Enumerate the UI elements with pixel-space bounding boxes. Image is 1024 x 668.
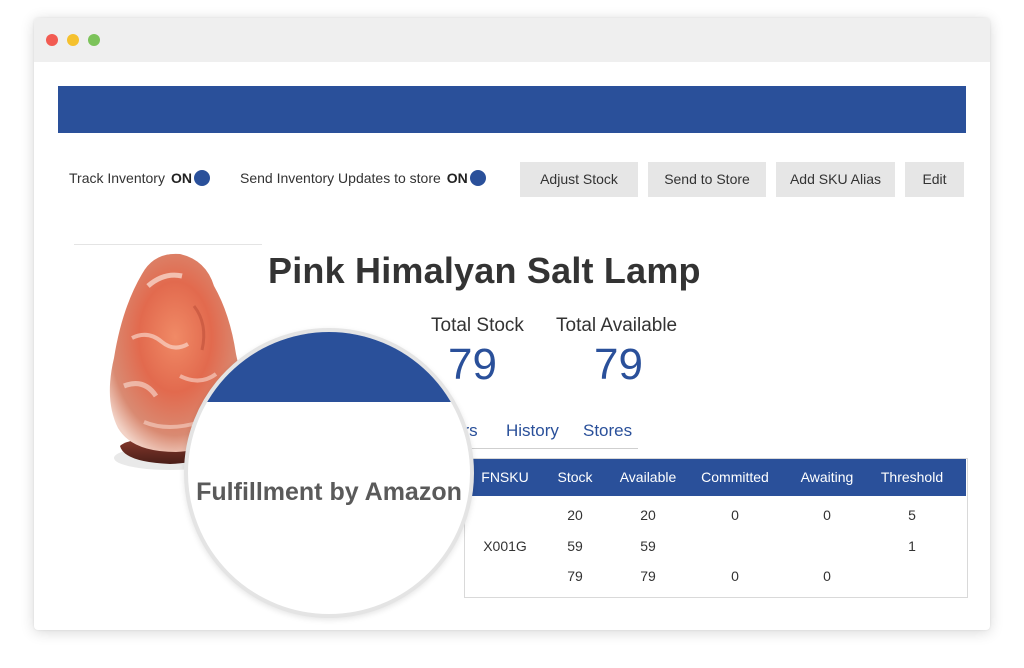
cell-available: 79 [640,568,656,584]
header-available: Available [619,469,677,485]
toggle-knob-icon[interactable] [469,170,486,186]
cell-stock: 79 [567,568,583,584]
cell-awaiting: 0 [823,507,831,523]
send-updates-label: Send Inventory Updates to store [240,170,441,186]
add-sku-alias-button[interactable]: Add SKU Alias [776,162,895,197]
cell-available: 59 [640,538,656,554]
cell-fnsku: X001G [483,538,527,554]
send-updates-toggle[interactable]: Send Inventory Updates to store ON [240,170,486,186]
tabs-underline [444,448,638,449]
tab-stores[interactable]: Stores [583,421,632,441]
cell-threshold: 5 [908,507,916,523]
cell-committed: 0 [731,568,739,584]
total-available-label: Total Available [556,315,678,336]
fulfillment-label: Fulfillment by Amazon [196,478,462,506]
adjust-stock-button[interactable]: Adjust Stock [520,162,638,197]
window-close-dot[interactable] [46,34,58,46]
cell-committed: 0 [731,507,739,523]
track-inventory-toggle[interactable]: Track Inventory ON [69,170,210,186]
track-inventory-label: Track Inventory [69,170,165,186]
header-threshold: Threshold [880,469,944,485]
magnifier-callout: Fulfillment by Amazon [184,328,474,618]
header-awaiting: Awaiting [800,469,854,485]
product-title: Pink Himalyan Salt Lamp [268,250,701,291]
header-committed: Committed [701,469,769,485]
app-window: Track Inventory ON Send Inventory Update… [34,18,990,630]
header-fnsku: FNSKU [481,469,529,485]
track-inventory-state: ON [170,170,192,186]
cell-stock: 20 [567,507,583,523]
tab-history[interactable]: History [506,421,559,441]
header-stock: Stock [557,469,593,485]
window-maximize-dot[interactable] [88,34,100,46]
window-titlebar [34,18,990,62]
header-banner [58,86,966,133]
cell-threshold: 1 [908,538,916,554]
cell-awaiting: 0 [823,568,831,584]
edit-button[interactable]: Edit [905,162,964,197]
toggle-knob-icon[interactable] [193,170,210,186]
magnifier-band [188,332,470,402]
send-to-store-button[interactable]: Send to Store [648,162,766,197]
cell-available: 20 [640,507,656,523]
send-updates-state: ON [446,170,468,186]
total-available-value: 79 [594,340,643,389]
cell-stock: 59 [567,538,583,554]
window-minimize-dot[interactable] [67,34,79,46]
image-divider [74,244,262,245]
